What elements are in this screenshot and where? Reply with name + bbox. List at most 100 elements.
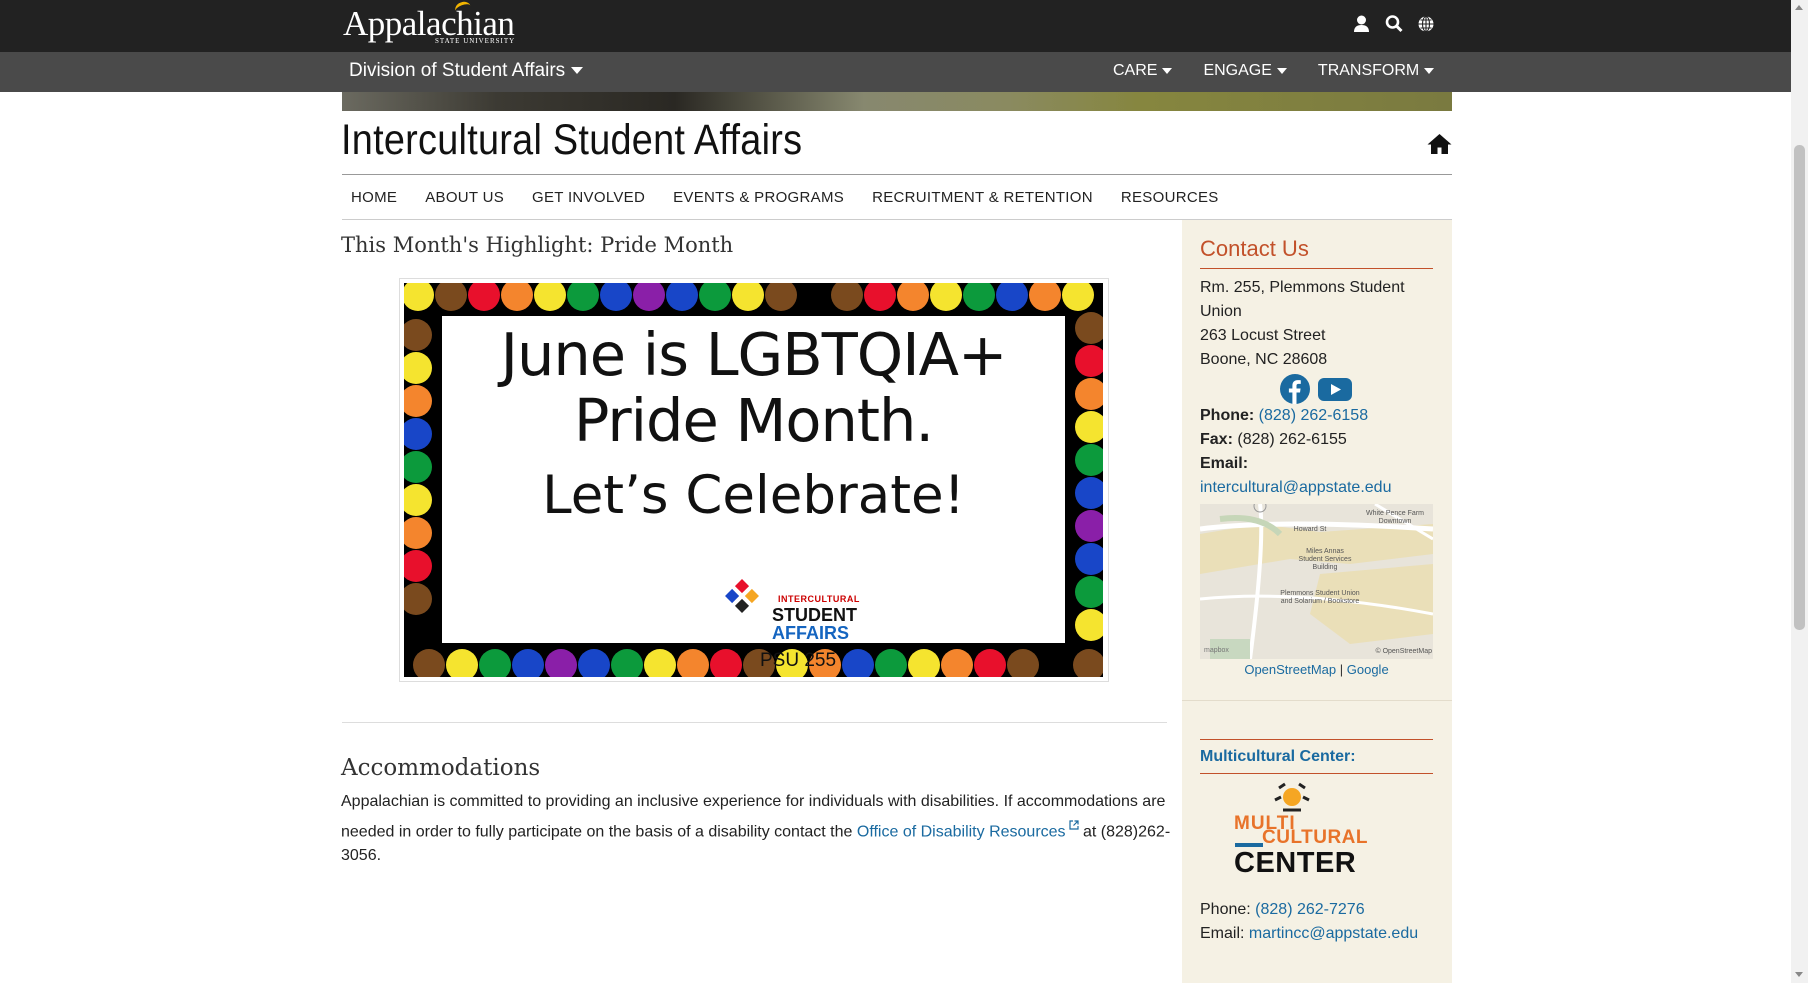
border-dot xyxy=(710,649,742,677)
appalachian-logo[interactable]: Appalachian STATE UNIVERSITY xyxy=(343,0,516,45)
border-dot xyxy=(600,283,632,311)
border-dot xyxy=(479,649,511,677)
border-dot xyxy=(798,283,830,311)
top-bar: Appalachian STATE UNIVERSITY xyxy=(0,0,1791,52)
globe-icon[interactable] xyxy=(1417,14,1434,34)
pride-month-poster[interactable]: June is LGBTQIA+ Pride Month. Let’s Cele… xyxy=(404,283,1103,677)
border-dot xyxy=(1029,283,1061,311)
border-dot xyxy=(404,418,432,450)
phone-link[interactable]: (828) 262-6158 xyxy=(1259,407,1368,424)
border-dot xyxy=(908,649,940,677)
multicultural-center-heading: Multicultural Center: xyxy=(1200,748,1356,765)
nav-transform[interactable]: TRANSFORM xyxy=(1318,62,1435,80)
nav-care[interactable]: CARE xyxy=(1113,62,1173,80)
poster-line-2: Pride Month. xyxy=(573,386,934,455)
phone-line: Phone: (828) 262-6158 xyxy=(1200,407,1369,424)
site-nav-about[interactable]: ABOUT US xyxy=(425,189,504,206)
top-icons xyxy=(1353,14,1434,34)
mc-logo-center: CENTER xyxy=(1234,847,1357,879)
caret-down-icon xyxy=(571,67,584,75)
scroll-down-arrow-icon[interactable] xyxy=(1795,972,1803,977)
address-line-2: 263 Locust Street xyxy=(1200,327,1326,344)
border-dot xyxy=(1075,444,1103,476)
border-dot xyxy=(534,283,566,311)
site-nav-home[interactable]: HOME xyxy=(351,189,397,206)
map-building1-label: Miles Annas Student Services Building xyxy=(1298,548,1352,571)
border-dot xyxy=(1075,312,1103,344)
border-dot xyxy=(677,649,709,677)
hero-image xyxy=(342,92,1452,111)
division-menu[interactable]: Division of Student Affairs xyxy=(349,60,584,82)
border-dot xyxy=(732,283,764,311)
location-map[interactable]: Howard St White Pence Farm Downtown Mile… xyxy=(1200,504,1433,659)
mc-rule-top xyxy=(1200,739,1433,740)
email-label: Email: xyxy=(1200,455,1249,472)
border-dot xyxy=(404,283,434,311)
home-icon[interactable] xyxy=(1427,133,1452,155)
mc-email-link[interactable]: martincc@appstate.edu xyxy=(1249,925,1418,942)
page-scrollbar[interactable] xyxy=(1791,0,1808,983)
border-dot xyxy=(974,649,1006,677)
mc-logo-cultural: CULTURAL xyxy=(1262,827,1369,848)
logo-subtitle: STATE UNIVERSITY xyxy=(435,37,516,45)
openstreetmap-link[interactable]: OpenStreetMap xyxy=(1244,662,1336,677)
scroll-up-arrow-icon[interactable] xyxy=(1795,5,1803,10)
sidebar-divider xyxy=(1182,700,1452,701)
external-link-icon xyxy=(1068,814,1079,830)
mc-rule-bottom xyxy=(1200,773,1433,774)
map-building2-label: Plemmons Student Union and Solarium / Bo… xyxy=(1280,590,1360,605)
border-dot xyxy=(644,649,676,677)
caret-down-icon xyxy=(1162,67,1173,74)
border-dot xyxy=(413,649,445,677)
border-dot xyxy=(963,283,995,311)
border-dot xyxy=(897,283,929,311)
search-icon[interactable] xyxy=(1385,14,1403,34)
border-dot xyxy=(404,451,432,483)
border-dot xyxy=(1075,411,1103,443)
highlight-heading: This Month's Highlight: Pride Month xyxy=(341,233,734,257)
osm-attrib[interactable]: © OpenStreetMap xyxy=(1368,648,1432,656)
border-dot xyxy=(699,283,731,311)
border-dot xyxy=(1075,477,1103,509)
border-dot xyxy=(1075,543,1103,575)
disability-resources-link[interactable]: Office of Disability Resources xyxy=(857,823,1066,840)
poster-line-1: June is LGBTQIA+ xyxy=(500,320,1008,389)
map-street-label: Howard St xyxy=(1293,526,1327,533)
fax-line: Fax: (828) 262-6155 xyxy=(1200,431,1347,448)
site-nav-resources[interactable]: RESOURCES xyxy=(1121,189,1219,206)
mc-phone-link[interactable]: (828) 262-7276 xyxy=(1255,901,1364,918)
border-dot xyxy=(404,517,432,549)
border-dot xyxy=(996,283,1028,311)
border-dot xyxy=(930,283,962,311)
site-nav-get-involved[interactable]: GET INVOLVED xyxy=(532,189,645,206)
mc-email-line: Email: martincc@appstate.edu xyxy=(1200,925,1419,942)
border-dot xyxy=(1075,378,1103,410)
site-nav-recruitment[interactable]: RECRUITMENT & RETENTION xyxy=(872,189,1093,206)
border-dot xyxy=(404,319,432,351)
email-link[interactable]: intercultural@appstate.edu xyxy=(1200,479,1391,496)
border-dot xyxy=(864,283,896,311)
border-dot xyxy=(633,283,665,311)
border-dot xyxy=(1075,576,1103,608)
border-dot xyxy=(831,283,863,311)
contact-sidebar: Contact Us Rm. 255, Plemmons Student Uni… xyxy=(1182,220,1452,983)
poster-room: PSU 255 xyxy=(760,650,837,671)
border-dot xyxy=(875,649,907,677)
border-dot xyxy=(1075,345,1103,377)
border-dot xyxy=(666,283,698,311)
division-label: Division of Student Affairs xyxy=(349,60,566,81)
google-map-link[interactable]: Google xyxy=(1347,662,1389,677)
border-dot xyxy=(1007,649,1039,677)
border-dot xyxy=(404,583,432,615)
site-title[interactable]: Intercultural Student Affairs xyxy=(341,116,802,165)
nav-engage[interactable]: ENGAGE xyxy=(1203,62,1287,80)
border-dot xyxy=(941,649,973,677)
poster-content: June is LGBTQIA+ Pride Month. Let’s Cele… xyxy=(442,316,1065,671)
mapbox-attrib[interactable]: mapbox xyxy=(1204,647,1254,655)
border-dot xyxy=(578,649,610,677)
site-nav-events[interactable]: EVENTS & PROGRAMS xyxy=(673,189,844,206)
border-dot xyxy=(404,352,432,384)
border-dot xyxy=(468,283,500,311)
user-icon[interactable] xyxy=(1353,14,1370,34)
scroll-thumb[interactable] xyxy=(1794,145,1805,630)
